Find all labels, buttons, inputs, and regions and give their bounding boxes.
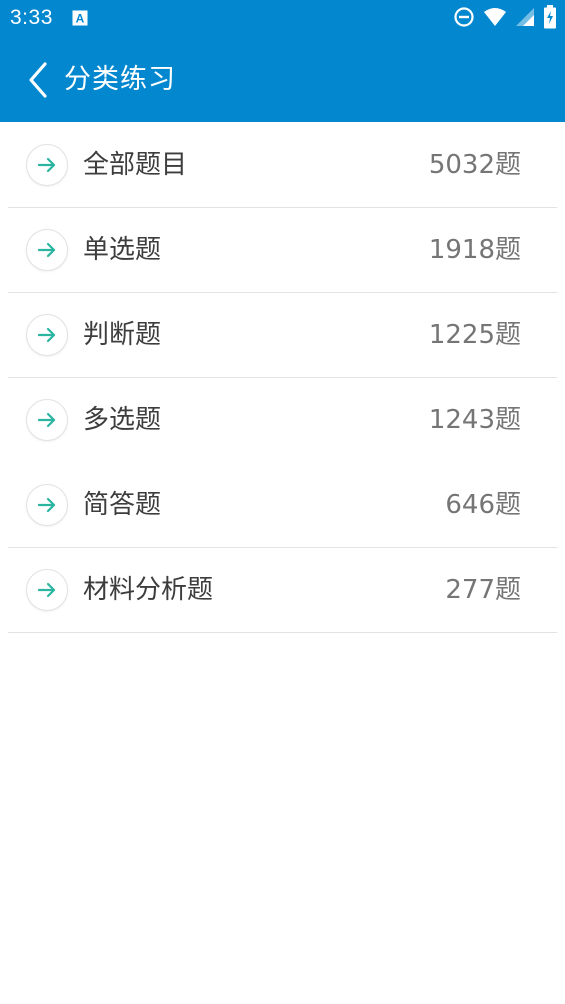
arrow-right-icon xyxy=(26,314,68,356)
battery-charging-icon xyxy=(543,5,557,33)
category-item-multiple-choice[interactable]: 多选题 1243题 xyxy=(0,378,565,463)
category-label: 单选题 xyxy=(83,235,162,265)
back-button[interactable] xyxy=(18,58,58,102)
notification-a-icon: A xyxy=(72,10,88,26)
category-label: 材料分析题 xyxy=(83,575,214,605)
wifi-icon xyxy=(483,7,507,31)
category-label: 全部题目 xyxy=(83,150,188,180)
category-item-short-answer[interactable]: 简答题 646题 xyxy=(0,463,565,548)
category-label: 判断题 xyxy=(83,320,162,350)
arrow-right-icon xyxy=(26,484,68,526)
cell-signal-icon xyxy=(515,7,535,31)
category-count: 646题 xyxy=(445,490,521,520)
category-count: 1225题 xyxy=(428,320,521,350)
divider xyxy=(8,632,557,633)
category-label: 简答题 xyxy=(83,490,162,520)
do-not-disturb-icon xyxy=(453,6,475,32)
arrow-right-icon xyxy=(26,569,68,611)
chevron-left-icon xyxy=(29,62,47,98)
arrow-right-icon xyxy=(26,229,68,271)
arrow-right-icon xyxy=(26,399,68,441)
category-count: 1918题 xyxy=(428,235,521,265)
category-count: 1243题 xyxy=(428,405,521,435)
category-item-true-false[interactable]: 判断题 1225题 xyxy=(0,293,565,378)
category-item-single-choice[interactable]: 单选题 1918题 xyxy=(0,208,565,293)
category-item-all[interactable]: 全部题目 5032题 xyxy=(0,123,565,208)
page-title: 分类练习 xyxy=(64,64,176,95)
category-count: 277题 xyxy=(445,575,521,605)
category-label: 多选题 xyxy=(83,405,162,435)
status-time: 3:33 xyxy=(10,6,53,29)
category-list: 全部题目 5032题 单选题 1918题 判断题 1225题 多选题 1243题… xyxy=(0,123,565,633)
svg-text:A: A xyxy=(76,12,85,26)
status-bar: 3:33 A xyxy=(0,0,565,38)
arrow-right-icon xyxy=(26,144,68,186)
app-bar: 分类练习 xyxy=(0,38,565,122)
category-item-material-analysis[interactable]: 材料分析题 277题 xyxy=(0,548,565,633)
status-icons xyxy=(453,5,557,33)
category-count: 5032题 xyxy=(428,150,521,180)
